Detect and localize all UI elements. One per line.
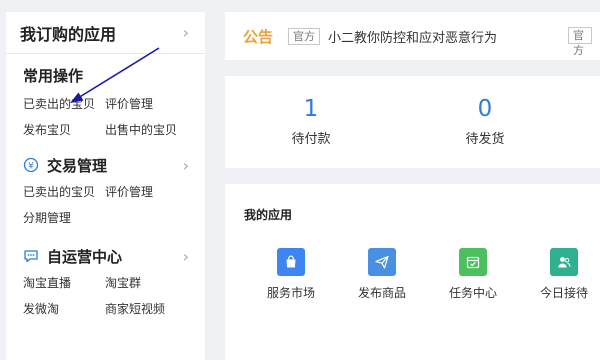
trade-management-section: ¥ 交易管理 › 已卖出的宝贝 评价管理 分期管理 [6,142,205,230]
stat-pending-payment[interactable]: 1 待付款 [261,96,361,147]
chevron-right-icon[interactable]: › [183,247,189,266]
link-installment-management[interactable]: 分期管理 [23,204,105,230]
trade-management-title: 交易管理 [47,156,108,175]
chevron-right-icon[interactable]: › [183,23,189,42]
link-taobao-live[interactable]: 淘宝直播 [23,269,105,295]
users-icon [550,248,578,276]
link-taobao-group[interactable]: 淘宝群 [105,269,195,295]
subscribed-apps-panel: 我订购的应用 › 常用操作 已卖出的宝贝 评价管理 发布宝贝 出售中的宝贝 ¥ … [6,12,205,360]
announcement-link[interactable]: 小二教你防控和应对恶意行为 [328,27,497,46]
app-label: 今日接待 [539,286,588,300]
link-merchant-short-video[interactable]: 商家短视频 [105,295,195,321]
subscribed-apps-header[interactable]: 我订购的应用 › [6,12,205,54]
link-publish-item[interactable]: 发布宝贝 [23,116,105,142]
link-review-management[interactable]: 评价管理 [105,90,195,116]
link-review-management[interactable]: 评价管理 [105,178,195,204]
app-task-center[interactable]: 任务中心 [433,248,513,301]
app-label: 任务中心 [448,286,497,300]
stat-label: 待发货 [465,132,505,147]
subscribed-apps-title: 我订购的应用 [20,24,117,44]
chat-bubble-icon [23,248,39,264]
official-tag: 官方 [288,27,321,45]
link-post-weitao[interactable]: 发微淘 [23,295,105,321]
order-stats-card: 1 待付款 0 待发货 [225,76,600,168]
app-publish-product[interactable]: 发布商品 [342,248,422,301]
announcement-bar: 公告 官方 小二教你防控和应对恶意行为 官方 [225,12,600,60]
self-operation-header[interactable]: 自运营中心 › [23,243,189,269]
chevron-right-icon[interactable]: › [183,156,189,175]
link-sold-items[interactable]: 已卖出的宝贝 [23,178,105,204]
common-actions-title: 常用操作 [23,66,84,85]
app-label: 发布商品 [357,286,406,300]
stat-label: 待付款 [291,132,331,147]
shopping-bag-icon [277,248,305,276]
trade-management-header[interactable]: ¥ 交易管理 › [23,152,189,178]
official-tag: 官方 [568,27,592,57]
common-actions-section: 常用操作 已卖出的宝贝 评价管理 发布宝贝 出售中的宝贝 [6,54,205,142]
link-items-on-sale[interactable]: 出售中的宝贝 [105,116,195,142]
calendar-icon [459,248,487,276]
stat-pending-shipment[interactable]: 0 待发货 [435,96,535,147]
link-sold-items[interactable]: 已卖出的宝贝 [23,90,105,116]
self-operation-section: 自运营中心 › 淘宝直播 淘宝群 发微淘 商家短视频 [6,230,205,321]
svg-text:¥: ¥ [28,162,34,172]
announcement-label: 公告 [243,27,274,46]
my-apps-title: 我的应用 [244,208,293,222]
self-operation-title: 自运营中心 [47,247,123,266]
my-apps-card: 我的应用 服务市场 发布商品 任务中心 今日接待 [225,184,600,360]
app-label: 服务市场 [266,286,315,300]
app-today-reception[interactable]: 今日接待 [524,248,600,301]
app-service-market[interactable]: 服务市场 [251,248,331,301]
yen-circle-icon: ¥ [23,157,39,173]
paper-plane-icon [368,248,396,276]
stat-value: 0 [477,96,493,122]
stat-value: 1 [303,96,319,122]
